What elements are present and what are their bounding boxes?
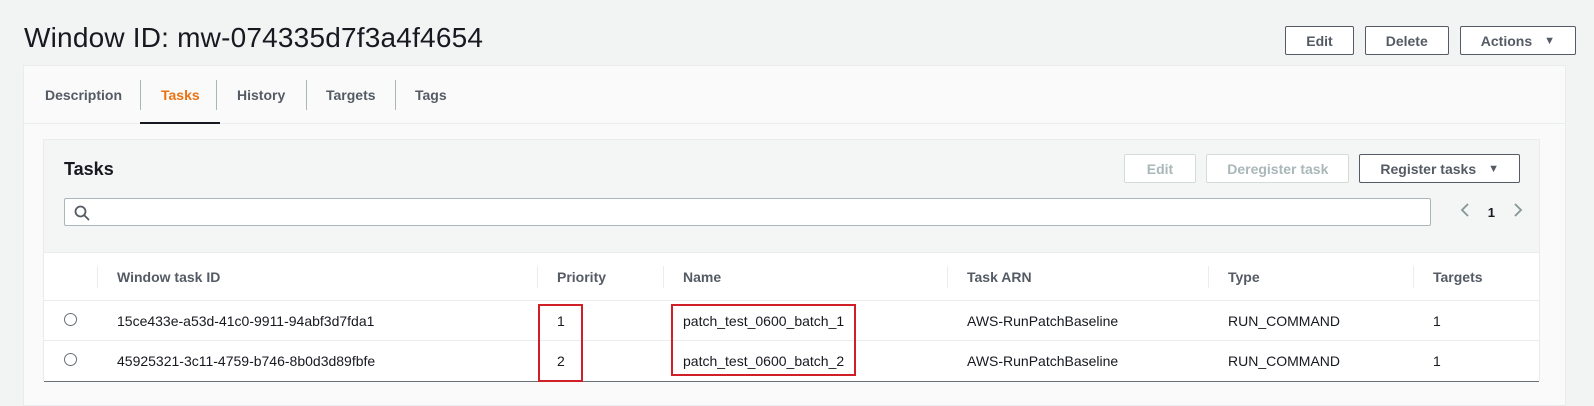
row-select-radio[interactable] (64, 313, 77, 326)
column-header-targets[interactable]: Targets (1433, 253, 1483, 300)
tab-targets[interactable]: Targets (326, 66, 376, 123)
actions-dropdown-label: Actions (1480, 32, 1533, 49)
column-header-priority[interactable]: Priority (557, 253, 606, 300)
column-divider (97, 266, 98, 288)
cell-targets: 1 (1433, 352, 1441, 369)
tab-tags[interactable]: Tags (415, 66, 447, 123)
header-actions: Edit Delete Actions ▼ (1285, 26, 1576, 55)
deregister-task-button[interactable]: Deregister task (1206, 154, 1350, 183)
delete-button[interactable]: Delete (1364, 26, 1449, 55)
register-tasks-dropdown[interactable]: Register tasks ▼ (1359, 154, 1520, 183)
register-tasks-label: Register tasks (1380, 160, 1477, 177)
edit-task-button[interactable]: Edit (1123, 154, 1197, 183)
tab-history[interactable]: History (237, 66, 285, 123)
actions-dropdown[interactable]: Actions ▼ (1459, 26, 1576, 55)
tab-divider (395, 80, 396, 110)
column-divider (663, 266, 664, 288)
column-divider (1413, 266, 1414, 288)
tasks-actions: Edit Deregister task Register tasks ▼ (1123, 154, 1520, 183)
column-header-window-task-id[interactable]: Window task ID (117, 253, 220, 300)
edit-task-label: Edit (1146, 160, 1174, 177)
window-detail-panel: Description Tasks History Targets Tags T… (23, 65, 1566, 406)
column-divider (537, 266, 538, 288)
tab-bar: Description Tasks History Targets Tags (24, 66, 1565, 124)
tasks-title: Tasks (64, 159, 114, 179)
pagination: 1 (1460, 198, 1523, 226)
chevron-right-icon[interactable] (1513, 202, 1523, 223)
cell-window-task-id: 15ce433e-a53d-41c0-9911-94abf3d7fda1 (117, 312, 375, 329)
cell-type: RUN_COMMAND (1228, 312, 1340, 329)
edit-button[interactable]: Edit (1285, 26, 1354, 55)
caret-down-icon: ▼ (1488, 162, 1499, 175)
search-input[interactable] (95, 201, 1419, 225)
edit-button-label: Edit (1306, 32, 1333, 49)
cell-task-arn: AWS-RunPatchBaseline (967, 312, 1119, 329)
column-header-type[interactable]: Type (1228, 253, 1260, 300)
page-title: Window ID: mw-074335d7f3a4f4654 (24, 22, 484, 53)
column-divider (947, 266, 948, 288)
priority-highlight-box (538, 304, 583, 382)
column-divider (1208, 266, 1209, 288)
tab-divider (216, 80, 217, 110)
tab-description[interactable]: Description (45, 66, 122, 123)
tasks-table: Window task ID Priority Name Task ARN Ty… (44, 252, 1539, 382)
cell-task-arn: AWS-RunPatchBaseline (967, 352, 1119, 369)
search-icon (74, 205, 90, 226)
cell-type: RUN_COMMAND (1228, 352, 1340, 369)
column-header-task-arn[interactable]: Task ARN (967, 253, 1032, 300)
tab-divider (140, 80, 141, 110)
row-select-radio[interactable] (64, 353, 77, 366)
tab-tasks[interactable]: Tasks (140, 66, 220, 124)
search-box (64, 198, 1431, 226)
table-header: Window task ID Priority Name Task ARN Ty… (44, 253, 1539, 301)
tasks-card: Tasks Edit Deregister task Register task… (43, 139, 1540, 382)
caret-down-icon: ▼ (1544, 34, 1555, 47)
cell-targets: 1 (1433, 312, 1441, 329)
page-number[interactable]: 1 (1488, 205, 1495, 220)
name-highlight-box (671, 304, 856, 376)
column-header-name[interactable]: Name (683, 253, 721, 300)
delete-button-label: Delete (1385, 32, 1428, 49)
tab-divider (306, 80, 307, 110)
chevron-left-icon[interactable] (1460, 202, 1470, 223)
deregister-task-label: Deregister task (1227, 160, 1329, 177)
cell-window-task-id: 45925321-3c11-4759-b746-8b0d3d89fbfe (117, 352, 376, 369)
